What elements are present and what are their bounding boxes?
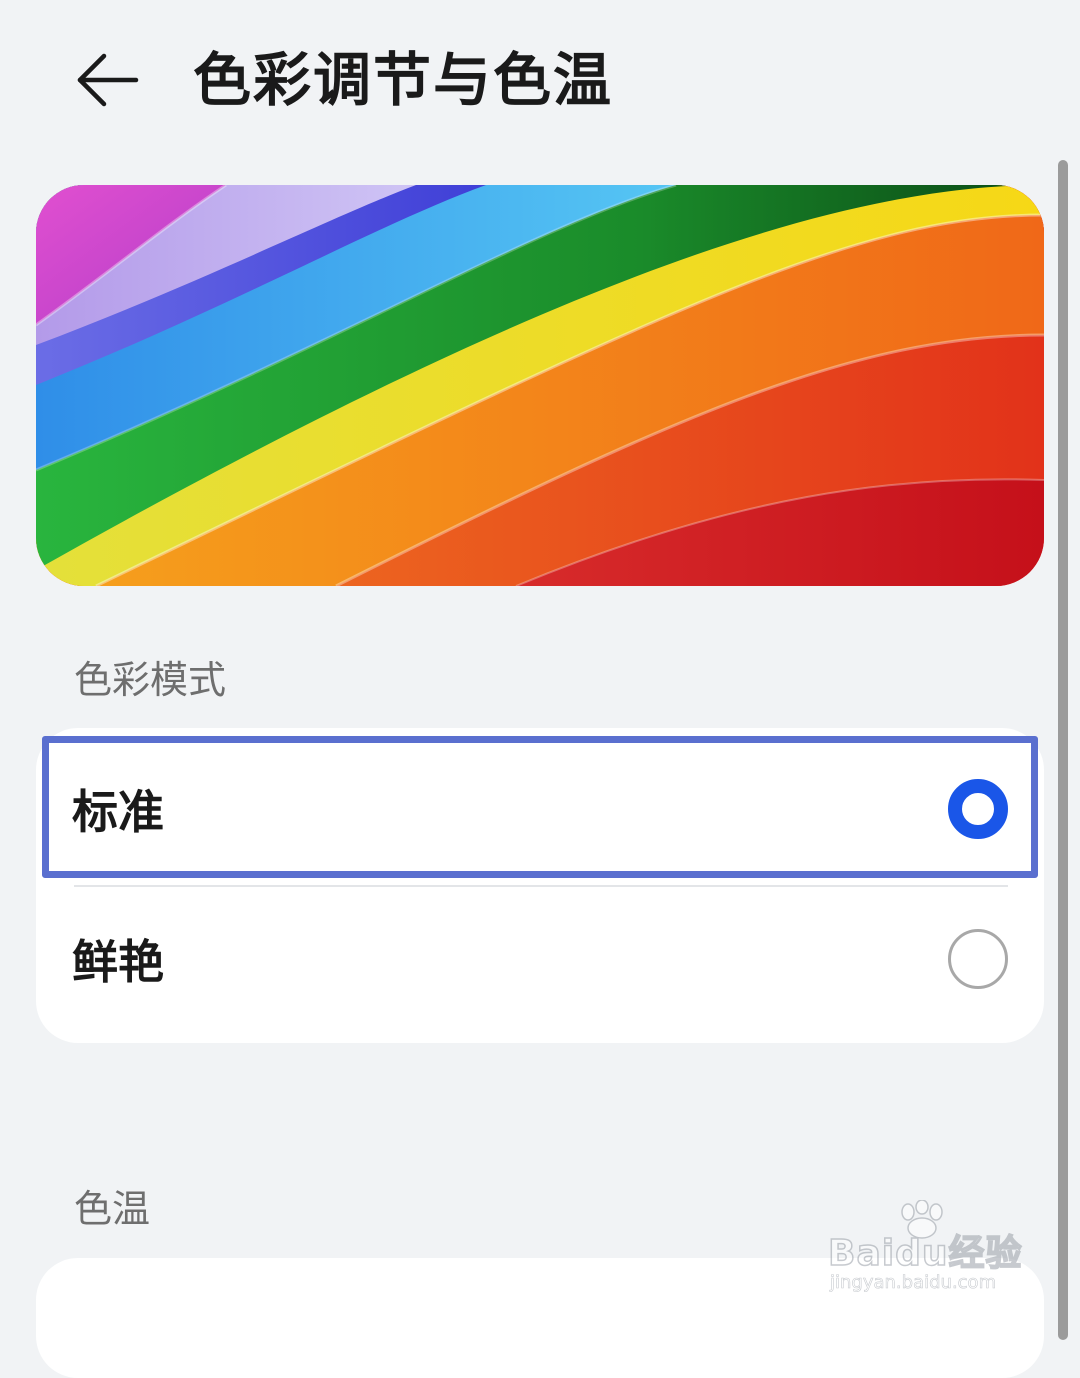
option-label-vivid: 鲜艳 xyxy=(72,934,164,989)
option-label-standard: 标准 xyxy=(72,784,164,839)
section-label-color-mode: 色彩模式 xyxy=(74,658,227,702)
color-temperature-card[interactable] xyxy=(36,1258,1044,1378)
scrollbar[interactable] xyxy=(1058,160,1068,1340)
paw-logo-icon xyxy=(901,1200,943,1239)
arrow-left-icon xyxy=(77,53,139,107)
highlight-frame xyxy=(42,736,1038,878)
back-button[interactable] xyxy=(66,38,150,122)
page-title: 色彩调节与色温 xyxy=(193,46,614,114)
option-vivid[interactable]: 鲜艳 xyxy=(36,886,1044,1031)
app-header: 色彩调节与色温 xyxy=(0,0,1080,160)
section-label-color-temperature: 色温 xyxy=(74,1187,151,1231)
radio-unchecked-icon[interactable] xyxy=(948,928,1008,989)
option-standard[interactable]: 标准 xyxy=(36,736,1044,881)
color-mode-card: 标准 鲜艳 xyxy=(36,728,1044,1043)
radio-checked-icon[interactable] xyxy=(948,778,1008,839)
rainbow-preview-image xyxy=(36,185,1044,586)
